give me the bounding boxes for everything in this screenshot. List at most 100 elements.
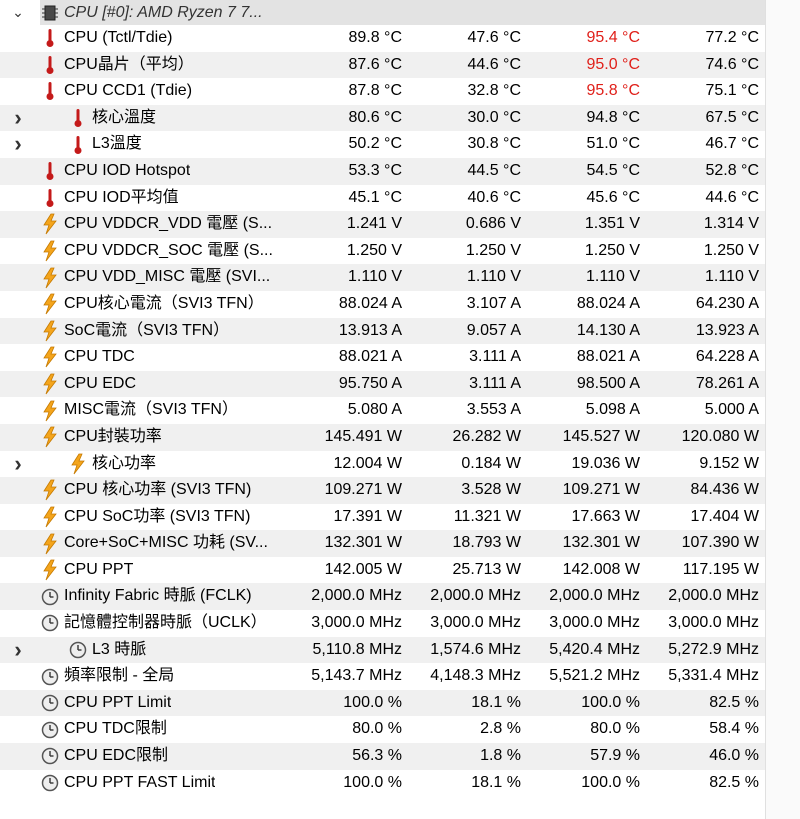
sensor-row[interactable]: › 核心溫度 80.6 °C 30.0 °C 94.8 °C 67.5 °C <box>0 104 800 132</box>
sensor-row[interactable]: CPU IOD平均值 45.1 °C 40.6 °C 45.6 °C 44.6 °C <box>0 185 800 212</box>
max-value: 1.351 V <box>584 215 640 233</box>
average-value: 82.5 % <box>709 773 759 791</box>
sensor-label: 記憶體控制器時脈（UCLK） <box>64 614 267 632</box>
thermometer-icon <box>40 160 60 182</box>
sensor-tree: ⌄ CPU [#0]: AMD Ryzen 7 7... CPU (Tctl/T… <box>0 0 800 796</box>
sensor-label: CPU PPT <box>64 560 134 578</box>
max-value: 95.0 °C <box>586 55 640 73</box>
average-value: 58.4 % <box>709 720 759 738</box>
sensor-name: Infinity Fabric 時脈 (FCLK) <box>40 583 290 610</box>
sensor-row[interactable]: CPU封裝功率 145.491 W 26.282 W 145.527 W 120.080… <box>0 423 800 451</box>
sensor-row[interactable]: Infinity Fabric 時脈 (FCLK) 2,000.0 MHz 2,00… <box>0 583 800 611</box>
current-value: 145.491 W <box>324 427 402 445</box>
sensor-name: CPU CCD1 (Tdie) <box>40 78 290 105</box>
average-value: 13.923 A <box>695 321 759 339</box>
sensor-label: CPU晶片（平均） <box>64 55 194 73</box>
sensor-row[interactable]: CPU EDC 95.750 A 3.111 A 98.500 A 78.261 A <box>0 370 800 398</box>
lightning-icon <box>40 479 60 501</box>
sensor-label: MISC電流（SVI3 TFN） <box>64 401 238 419</box>
min-value: 2.8 % <box>480 720 521 738</box>
min-value: 3.553 A <box>466 401 521 419</box>
sensor-label: CPU IOD平均值 <box>64 188 179 206</box>
cpu-group-label: CPU [#0]: AMD Ryzen 7 7... <box>64 4 263 21</box>
current-value: 142.005 W <box>324 560 402 578</box>
min-value: 3.111 A <box>469 348 521 366</box>
sensor-row[interactable]: CPU (Tctl/Tdie) 89.8 °C 47.6 °C 95.4 °C 77.2… <box>0 25 800 52</box>
sensor-row[interactable]: CPU IOD Hotspot 53.3 °C 44.5 °C 54.5 °C 52.8… <box>0 157 800 185</box>
sensor-name: 核心溫度 <box>68 105 290 132</box>
current-value: 109.271 W <box>324 481 402 499</box>
sensor-row[interactable]: CPU PPT 142.005 W 25.713 W 142.008 W 117.195… <box>0 557 800 584</box>
sensor-row[interactable]: Core+SoC+MISC 功耗 (SV... 132.301 W 18.793 W… <box>0 530 800 557</box>
sensor-name: L3 時脈 <box>68 637 290 664</box>
current-value: 80.6 °C <box>348 108 402 126</box>
clock-icon <box>40 586 60 608</box>
current-value: 53.3 °C <box>348 161 402 179</box>
average-value: 5,331.4 MHz <box>668 667 759 685</box>
sensor-row[interactable]: MISC電流（SVI3 TFN） 5.080 A 3.553 A 5.098 A 5.0… <box>0 397 800 424</box>
min-value: 0.184 W <box>461 454 521 472</box>
sensor-label: CPU TDC限制 <box>64 720 167 738</box>
sensor-name: 記憶體控制器時脈（UCLK） <box>40 610 290 637</box>
sensor-row[interactable]: CPU TDC限制 80.0 % 2.8 % 80.0 % 58.4 % <box>0 716 800 743</box>
lightning-icon <box>40 400 60 422</box>
sensor-row[interactable]: CPU VDD_MISC 電壓 (SVI... 1.110 V 1.110 V 1.1… <box>0 264 800 291</box>
sensor-name: CPU封裝功率 <box>40 424 290 451</box>
expand-chevron-icon[interactable]: › <box>10 131 26 158</box>
sensor-label: Infinity Fabric 時脈 (FCLK) <box>64 587 252 605</box>
sensor-name: CPU核心電流（SVI3 TFN） <box>40 291 290 318</box>
sensor-row[interactable]: CPU核心電流（SVI3 TFN） 88.024 A 3.107 A 88.024 A… <box>0 291 800 318</box>
cpu-group-header[interactable]: ⌄ CPU [#0]: AMD Ryzen 7 7... <box>0 0 800 25</box>
min-value: 18.793 W <box>452 534 521 552</box>
sensor-row[interactable]: CPU 核心功率 (SVI3 TFN) 109.271 W 3.528 W 109.2… <box>0 477 800 504</box>
expand-chevron-icon[interactable]: › <box>10 105 26 132</box>
lightning-icon <box>40 240 60 262</box>
min-value: 18.1 % <box>471 773 521 791</box>
average-value: 3,000.0 MHz <box>668 614 759 632</box>
min-value: 18.1 % <box>471 693 521 711</box>
sensor-row[interactable]: › L3 時脈 5,110.8 MHz 1,574.6 MHz 5,420.4 MHz 5… <box>0 636 800 664</box>
sensor-row[interactable]: 記憶體控制器時脈（UCLK） 3,000.0 MHz 3,000.0 MHz 3,00… <box>0 610 800 637</box>
sensor-row[interactable]: CPU PPT Limit 100.0 % 18.1 % 100.0 % 82.5 % <box>0 689 800 717</box>
sensor-label: CPU PPT Limit <box>64 693 172 711</box>
collapse-chevron-icon[interactable]: ⌄ <box>10 0 26 25</box>
sensor-row[interactable]: CPU CCD1 (Tdie) 87.8 °C 32.8 °C 95.8 °C 75.1… <box>0 78 800 105</box>
max-value: 109.271 W <box>562 481 640 499</box>
current-value: 87.6 °C <box>348 55 402 73</box>
sensor-row[interactable]: CPU晶片（平均） 87.6 °C 44.6 °C 95.0 °C 74.6 °C <box>0 51 800 79</box>
sensor-name: CPU EDC <box>40 371 290 398</box>
min-value: 3.111 A <box>469 374 521 392</box>
thermometer-icon <box>40 54 60 76</box>
sensor-row[interactable]: SoC電流（SVI3 TFN） 13.913 A 9.057 A 14.130 A 13… <box>0 317 800 345</box>
thermometer-icon <box>40 187 60 209</box>
sensor-row[interactable]: CPU SoC功率 (SVI3 TFN) 17.391 W 11.321 W 17.6… <box>0 504 800 531</box>
current-value: 45.1 °C <box>348 188 402 206</box>
sensor-row[interactable]: CPU PPT FAST Limit 100.0 % 18.1 % 100.0 % 82… <box>0 770 800 797</box>
sensor-row[interactable]: › 核心功率 12.004 W 0.184 W 19.036 W 9.152 W <box>0 451 800 478</box>
current-value: 100.0 % <box>343 693 402 711</box>
sensor-row[interactable]: CPU VDDCR_SOC 電壓 (S... 1.250 V 1.250 V 1.25… <box>0 238 800 265</box>
max-value: 51.0 °C <box>586 135 640 153</box>
min-value: 1,574.6 MHz <box>430 640 521 658</box>
max-value: 94.8 °C <box>586 108 640 126</box>
sensor-row[interactable]: CPU VDDCR_VDD 電壓 (S... 1.241 V 0.686 V 1.35… <box>0 211 800 238</box>
sensor-label: CPU VDDCR_SOC 電壓 (S... <box>64 241 273 259</box>
average-value: 52.8 °C <box>705 161 759 179</box>
max-value: 57.9 % <box>590 747 640 765</box>
lightning-icon <box>40 533 60 555</box>
max-value: 2,000.0 MHz <box>549 587 640 605</box>
max-value: 95.4 °C <box>586 29 640 46</box>
current-value: 3,000.0 MHz <box>311 614 402 632</box>
max-value: 98.500 A <box>576 374 640 392</box>
average-value: 1.110 V <box>705 268 759 286</box>
sensor-row[interactable]: CPU TDC 88.021 A 3.111 A 88.021 A 64.228 A <box>0 344 800 371</box>
clock-icon <box>40 745 60 767</box>
current-value: 88.024 A <box>338 294 402 312</box>
sensor-row[interactable]: CPU EDC限制 56.3 % 1.8 % 57.9 % 46.0 % <box>0 743 800 770</box>
expand-chevron-icon[interactable]: › <box>10 451 26 478</box>
sensor-row[interactable]: 頻率限制 - 全局 5,143.7 MHz 4,148.3 MHz 5,521.2 M… <box>0 663 800 690</box>
expand-chevron-icon[interactable]: › <box>10 637 26 664</box>
sensor-row[interactable]: › L3溫度 50.2 °C 30.8 °C 51.0 °C 46.7 °C <box>0 131 800 158</box>
lightning-icon <box>40 320 60 342</box>
thermometer-icon <box>68 107 88 129</box>
